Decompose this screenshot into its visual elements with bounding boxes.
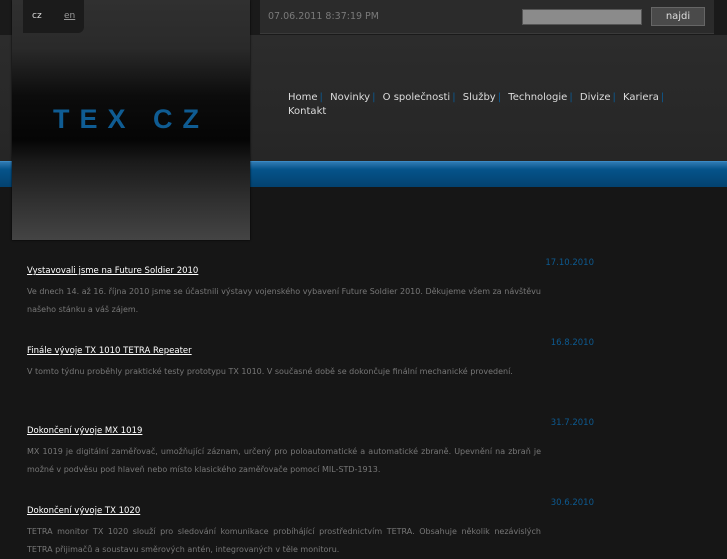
search-button[interactable]: najdi [651, 7, 705, 26]
main-nav: Home | Novinky | O společnosti | Služby | Te… [288, 91, 698, 119]
nav-technologie[interactable]: Technologie [508, 92, 567, 103]
nav-separator: | [612, 92, 616, 103]
nav-divize[interactable]: Divize [580, 92, 611, 103]
news-title-link[interactable]: Vystavovali jsme na Future Soldier 2010 [27, 266, 198, 276]
news-text: MX 1019 je digitální zaměřovač, umožňují… [27, 447, 541, 474]
news-item: Vystavovali jsme na Future Soldier 2010 … [27, 258, 594, 319]
news-title-link[interactable]: Finále vývoje TX 1010 TETRA Repeater [27, 346, 192, 356]
nav-novinky[interactable]: Novinky [330, 92, 370, 103]
nav-separator: | [497, 92, 502, 103]
nav-kariera[interactable]: Kariera [623, 92, 659, 103]
language-switcher: cz en [23, 0, 84, 33]
news-date: 30.6.2010 [550, 498, 594, 508]
lang-cz[interactable]: cz [32, 11, 42, 21]
news-date: 16.8.2010 [550, 338, 594, 348]
current-datetime: 07.06.2011 8:37:19 PM [268, 11, 379, 22]
news-date: 31.7.2010 [550, 418, 594, 428]
news-text: V tomto týdnu proběhly praktické testy p… [27, 367, 513, 376]
nav-home[interactable]: Home [288, 92, 318, 103]
search-input[interactable] [522, 9, 642, 25]
nav-separator: | [569, 92, 573, 103]
nav-sluzby[interactable]: Služby [463, 92, 496, 103]
news-title-link[interactable]: Dokončení vývoje MX 1019 [27, 426, 142, 436]
news-title-link[interactable]: Dokončení vývoje TX 1020 [27, 506, 140, 516]
logo[interactable]: TEX CZ [12, 0, 250, 240]
news-item: Dokončení vývoje TX 1020 30.6.2010 TETRA… [27, 498, 594, 559]
news-date: 17.10.2010 [545, 258, 594, 268]
nav-separator: | [319, 92, 323, 103]
lang-en[interactable]: en [64, 11, 75, 21]
nav-separator: | [452, 92, 456, 103]
nav-separator: | [660, 92, 665, 103]
news-item: Dokončení vývoje MX 1019 31.7.2010 MX 10… [27, 418, 594, 479]
news-text: TETRA monitor TX 1020 slouží pro sledová… [27, 527, 541, 554]
news-text: Ve dnech 14. až 16. října 2010 jsme se ú… [27, 287, 541, 314]
logo-text: TEX CZ [52, 104, 209, 134]
nav-kontakt[interactable]: Kontakt [288, 106, 326, 117]
nav-o-spolecnosti[interactable]: O společnosti [383, 92, 451, 103]
news-item: Finále vývoje TX 1010 TETRA Repeater 16.… [27, 338, 594, 381]
nav-separator: | [372, 92, 376, 103]
